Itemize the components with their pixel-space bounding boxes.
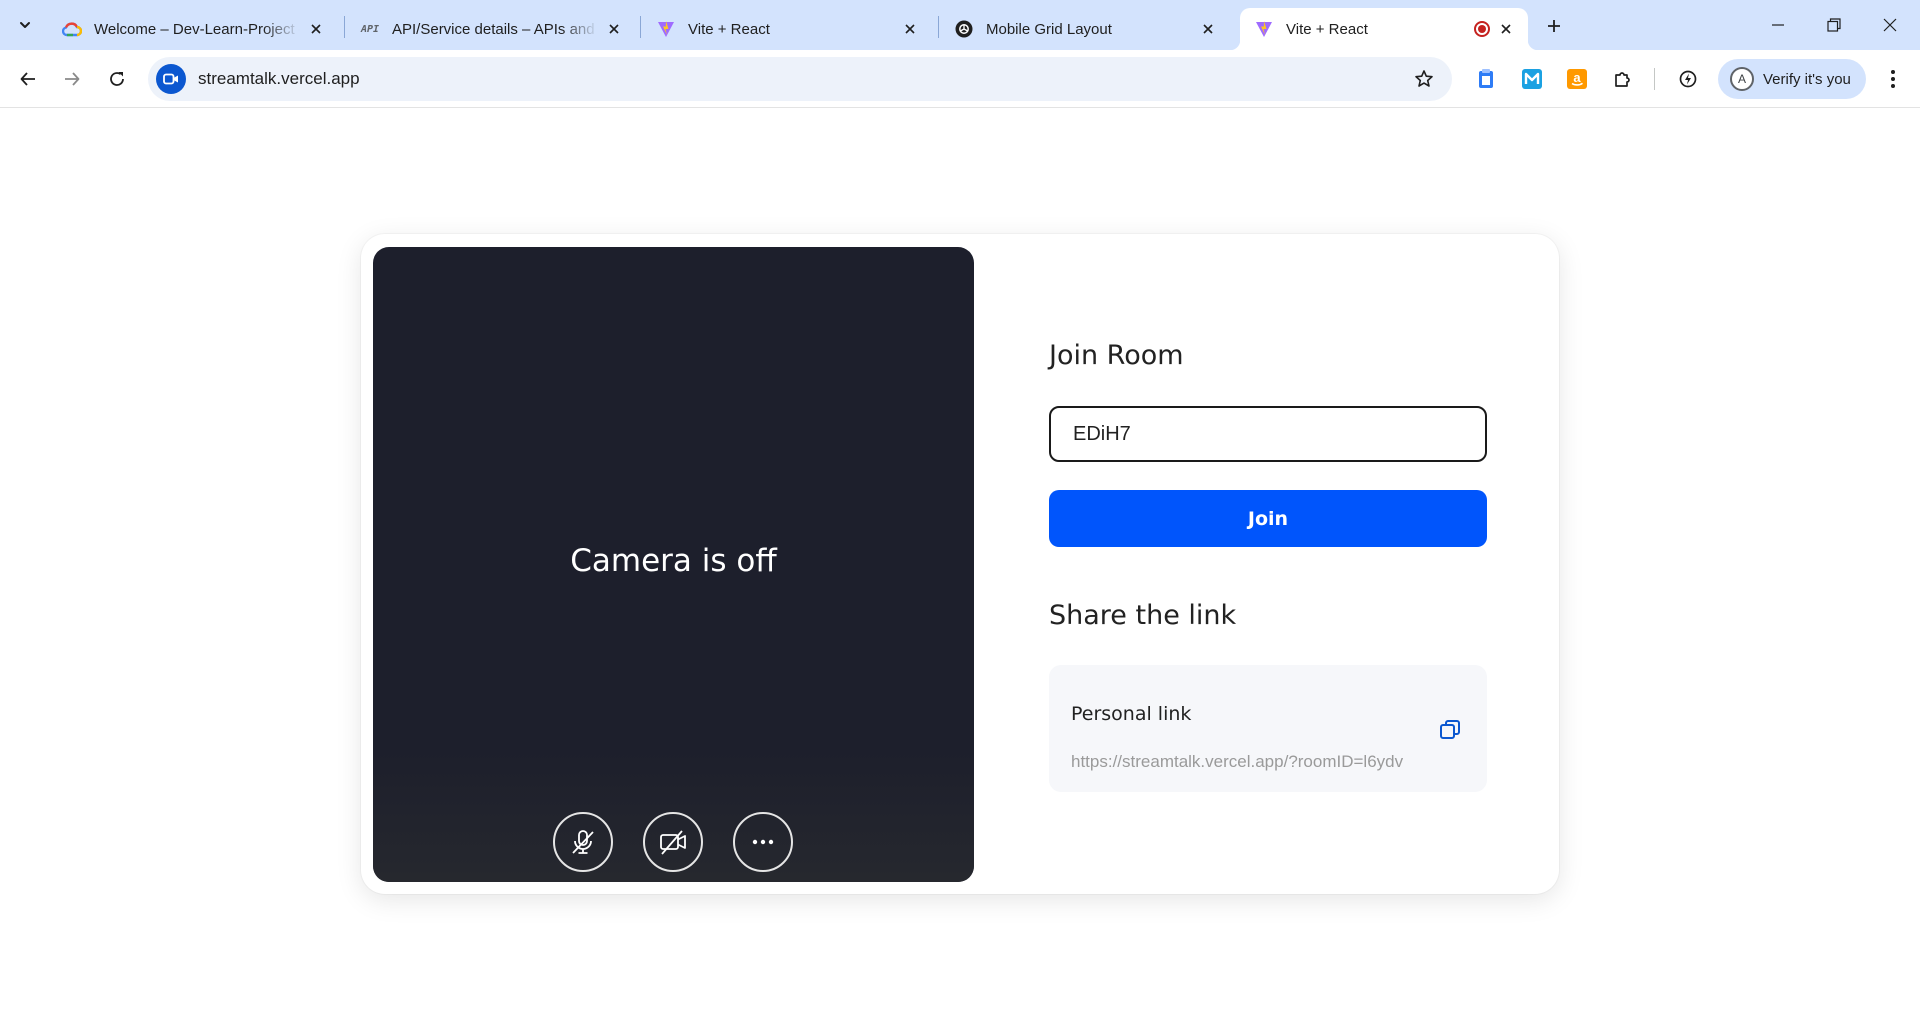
tab-divider: [640, 16, 641, 38]
browser-tabstrip: Welcome – Dev-Learn-Project – API API/Se…: [0, 0, 1920, 50]
tab-divider: [344, 16, 345, 38]
chevron-down-icon: [20, 22, 30, 28]
recording-icon: [1474, 21, 1490, 37]
join-panel: Join Room Join Share the link Personal l…: [1049, 234, 1489, 894]
personal-link-url[interactable]: https://streamtalk.vercel.app/?roomID=l6…: [1071, 752, 1441, 772]
performance-icon[interactable]: [1672, 63, 1704, 95]
vite-icon: [1254, 19, 1274, 39]
tab-title: Vite + React: [1286, 20, 1368, 38]
tab-api-service[interactable]: API API/Service details – APIs and se: [346, 8, 636, 50]
close-icon[interactable]: [604, 19, 624, 39]
camera-toggle-button[interactable]: [643, 812, 703, 872]
tab-title: Welcome – Dev-Learn-Project –: [94, 20, 300, 38]
bookmark-star-icon[interactable]: [1406, 61, 1442, 97]
site-info-icon[interactable]: [156, 64, 186, 94]
room-id-input[interactable]: [1049, 406, 1487, 462]
camera-off-text: Camera is off: [570, 543, 777, 579]
close-icon[interactable]: [1198, 19, 1218, 39]
verify-label: Verify it's you: [1763, 70, 1851, 88]
profile-verify-button[interactable]: A Verify it's you: [1718, 59, 1866, 99]
reload-icon: [110, 72, 124, 86]
browser-toolbar: streamtalk.vercel.app a A Verify it's yo…: [0, 50, 1920, 108]
toolbar-divider: [1654, 68, 1655, 90]
copy-icon[interactable]: [1437, 717, 1463, 743]
more-options-button[interactable]: [733, 812, 793, 872]
window-close-button[interactable]: [1862, 0, 1918, 50]
tab-vite-react[interactable]: Vite + React: [642, 8, 932, 50]
personal-link-card: Personal link https://streamtalk.vercel.…: [1049, 665, 1487, 792]
google-cloud-icon: [62, 19, 82, 39]
extension-amazon-icon[interactable]: a: [1561, 63, 1593, 95]
extension-clipboard-icon[interactable]: [1470, 63, 1502, 95]
minimize-button[interactable]: [1750, 0, 1806, 50]
camera-off-icon: [660, 830, 686, 855]
extensions-puzzle-icon[interactable]: [1607, 63, 1639, 95]
url-text[interactable]: streamtalk.vercel.app: [198, 69, 1406, 89]
kebab-menu-icon: [1891, 70, 1895, 88]
tab-divider: [938, 16, 939, 38]
more-options-icon: [752, 839, 774, 845]
api-icon: API: [360, 23, 380, 35]
restore-icon: [1827, 18, 1841, 32]
join-card: Camera is off Join Room Join Share the l…: [361, 234, 1559, 894]
close-icon[interactable]: [306, 19, 326, 39]
new-tab-button[interactable]: [1540, 12, 1568, 40]
join-room-heading: Join Room: [1049, 340, 1184, 371]
plus-icon: [1548, 20, 1560, 32]
restore-button[interactable]: [1806, 0, 1862, 50]
close-icon[interactable]: [1496, 19, 1516, 39]
tab-vite-react-active[interactable]: Vite + React: [1230, 8, 1538, 50]
extension-m-icon[interactable]: [1516, 63, 1548, 95]
reload-button[interactable]: [101, 63, 133, 95]
share-link-heading: Share the link: [1049, 600, 1237, 631]
tab-mobile-grid[interactable]: Mobile Grid Layout: [940, 8, 1230, 50]
minimize-icon: [1772, 24, 1784, 26]
openai-icon: [954, 19, 974, 39]
back-button[interactable]: [12, 63, 44, 95]
avatar: A: [1730, 67, 1754, 91]
tab-welcome[interactable]: Welcome – Dev-Learn-Project –: [48, 8, 338, 50]
close-icon: [1883, 18, 1897, 32]
tab-title: Vite + React: [688, 20, 770, 38]
arrow-left-icon: [20, 72, 35, 86]
close-icon[interactable]: [900, 19, 920, 39]
address-bar[interactable]: streamtalk.vercel.app: [148, 57, 1452, 101]
video-preview: Camera is off: [373, 247, 974, 882]
personal-link-label: Personal link: [1071, 703, 1192, 725]
browser-menu-button[interactable]: [1877, 63, 1909, 95]
forward-button[interactable]: [56, 63, 88, 95]
tab-title: API/Service details – APIs and se: [392, 20, 598, 38]
tab-search-button[interactable]: [10, 10, 40, 40]
join-button[interactable]: Join: [1049, 490, 1487, 547]
mic-off-icon: [572, 830, 594, 854]
vite-icon: [656, 19, 676, 39]
arrow-right-icon: [65, 72, 80, 86]
svg-text:a: a: [1573, 70, 1581, 85]
mic-toggle-button[interactable]: [553, 812, 613, 872]
tab-title: Mobile Grid Layout: [986, 20, 1112, 38]
